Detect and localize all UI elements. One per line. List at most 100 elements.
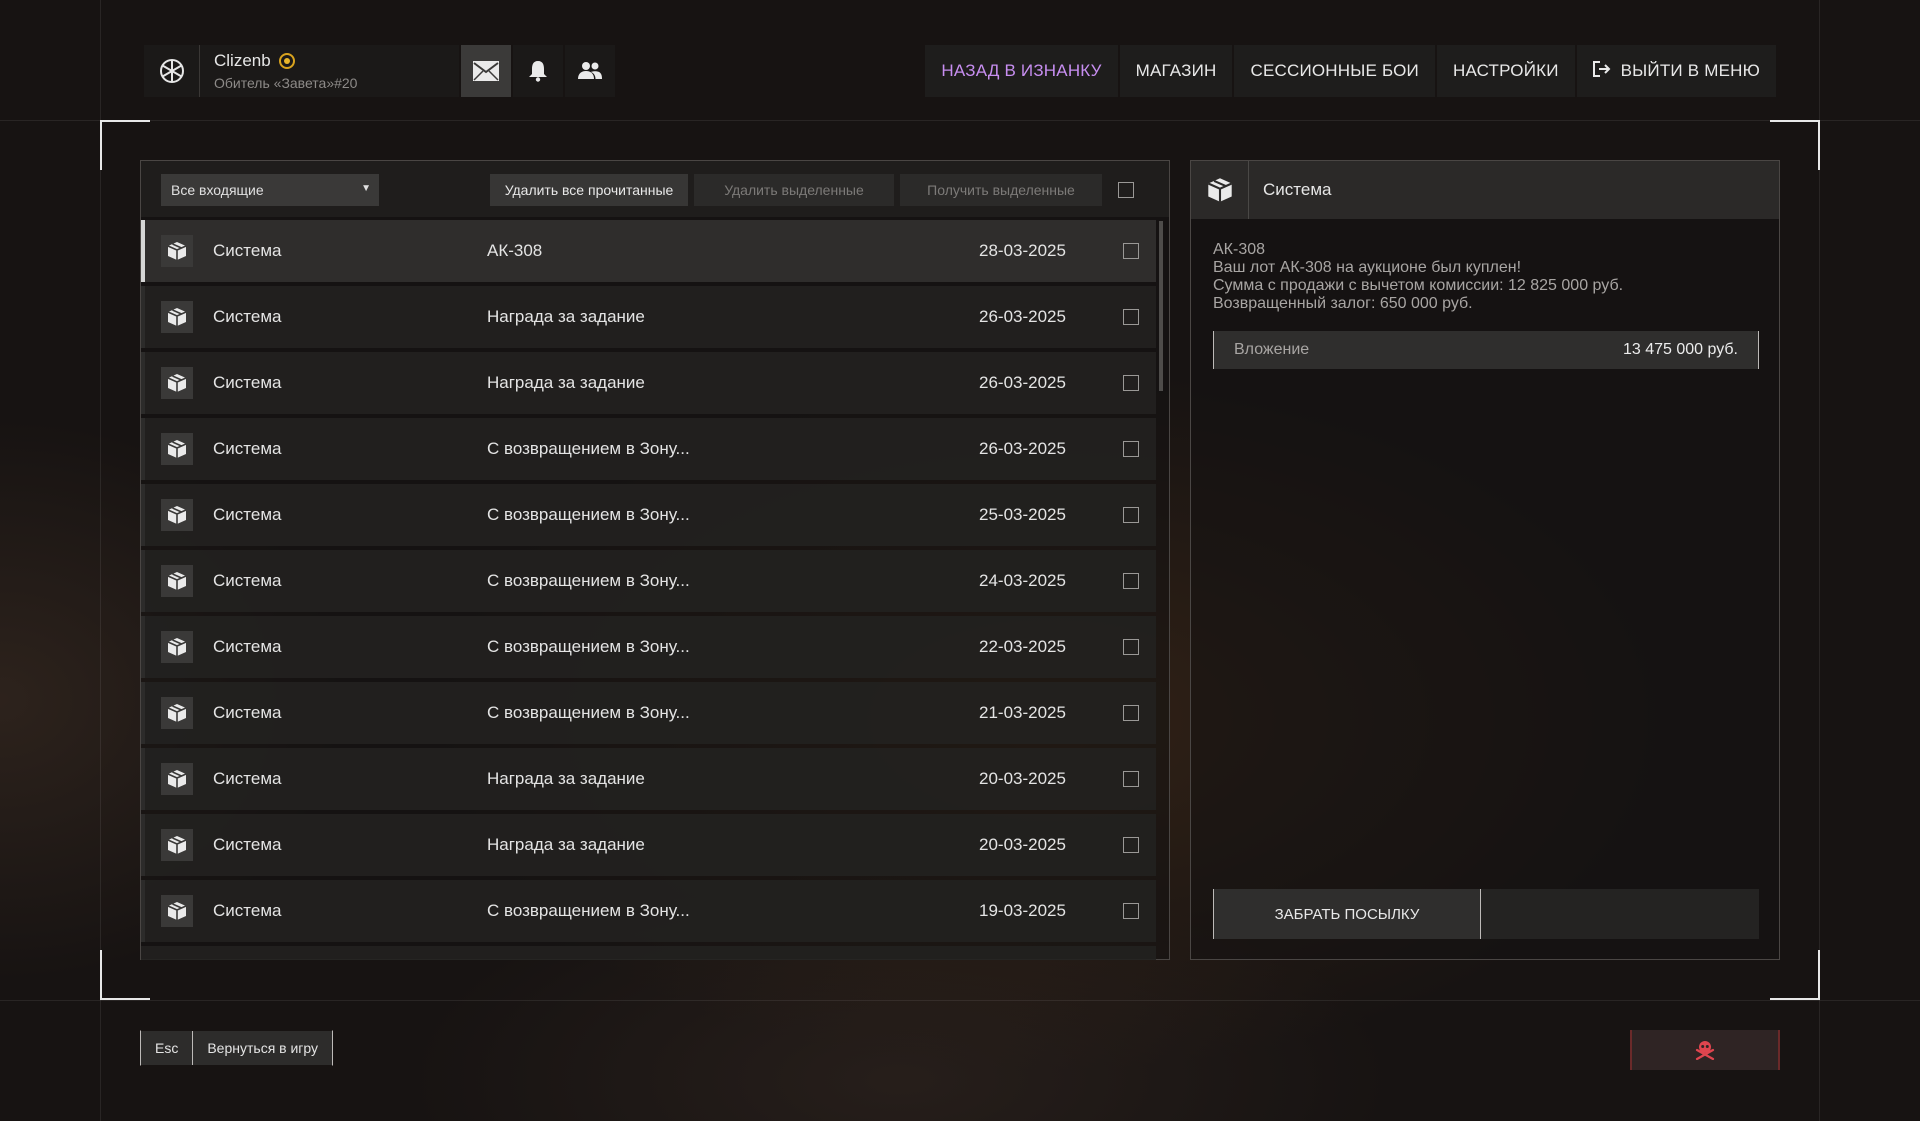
package-icon [161, 301, 193, 333]
return-to-game-button[interactable]: Esc Вернуться в игру [140, 1030, 334, 1066]
nav-sessions-button[interactable]: СЕССИОННЫЕ БОИ [1234, 45, 1435, 97]
package-icon [161, 433, 193, 465]
message-sender: Система [213, 637, 282, 656]
package-icon [161, 235, 193, 267]
message-sender: Система [213, 505, 282, 524]
message-date: 19-03-2025 [979, 901, 1066, 920]
message-sender: Система [213, 241, 282, 260]
message-checkbox[interactable] [1123, 243, 1139, 259]
package-icon [161, 565, 193, 597]
delete-read-button[interactable]: Удалить все прочитанные [490, 174, 688, 206]
get-selected-button[interactable]: Получить выделенные [900, 174, 1102, 206]
message-row[interactable]: Система С возвращением в Зону... 25-03-2… [141, 484, 1156, 546]
claim-parcel-button[interactable]: ЗАБРАТЬ ПОСЫЛКУ [1213, 889, 1481, 939]
message-sender: Система [213, 571, 282, 590]
message-body-line: АК-308 [1213, 241, 1266, 258]
nav-shop-button[interactable]: МАГАЗИН [1119, 45, 1233, 97]
message-subject: С возвращением в Зону... [487, 637, 690, 656]
nav-back-button[interactable]: НАЗАД В ИЗНАНКУ [925, 45, 1118, 97]
message-checkbox[interactable] [1123, 309, 1139, 325]
message-date: 25-03-2025 [979, 505, 1066, 524]
inbox-filter-value: Все входящие [171, 182, 264, 198]
message-detail-sender: Система [1263, 180, 1332, 199]
message-sender: Система [213, 835, 282, 854]
inbox-panel: Все входящие ▼ Удалить все прочитанные У… [140, 160, 1170, 960]
message-checkbox[interactable] [1123, 903, 1139, 919]
package-icon [161, 631, 193, 663]
message-sender: Система [213, 307, 282, 326]
inbox-toolbar: Все входящие ▼ Удалить все прочитанные У… [141, 161, 1169, 217]
message-subject: АК-308 [487, 241, 543, 260]
return-to-game-label: Вернуться в игру [193, 1031, 333, 1065]
message-subject: С возвращением в Зону... [487, 439, 690, 458]
message-row[interactable]: Система Награда за задание 26-03-2025 [141, 286, 1156, 348]
message-checkbox[interactable] [1123, 507, 1139, 523]
select-all-checkbox[interactable] [1118, 182, 1134, 198]
attachment-row: Вложение 13 475 000 руб. [1213, 331, 1759, 369]
message-row[interactable]: Система С возвращением в Зону... 19-03-2… [141, 880, 1156, 942]
profile-name: Clizenb [214, 51, 271, 70]
esc-key-label: Esc [141, 1031, 194, 1065]
nav-exit-button[interactable]: ВЫЙТИ В МЕНЮ [1576, 45, 1776, 97]
envelope-icon [473, 61, 499, 81]
message-row[interactable]: Система АК-308 28-03-2025 [141, 220, 1156, 282]
message-sender: Система [213, 703, 282, 722]
message-subject: Награда за задание [487, 835, 645, 854]
profile-card[interactable]: Clizenb Обитель «Завета»#20 [144, 45, 459, 97]
package-icon [161, 367, 193, 399]
message-row-partial [141, 946, 1156, 960]
message-date: 21-03-2025 [979, 703, 1066, 722]
message-date: 20-03-2025 [979, 769, 1066, 788]
message-row[interactable]: Система С возвращением в Зону... 24-03-2… [141, 550, 1156, 612]
message-date: 24-03-2025 [979, 571, 1066, 590]
inbox-filter-select[interactable]: Все входящие ▼ [161, 174, 379, 206]
message-subject: Награда за задание [487, 769, 645, 788]
message-checkbox[interactable] [1123, 375, 1139, 391]
message-checkbox[interactable] [1123, 441, 1139, 457]
message-body-line: Возвращенный залог: 650 000 руб. [1213, 295, 1473, 312]
message-row[interactable]: Система Награда за задание 20-03-2025 [141, 814, 1156, 876]
message-row[interactable]: Система Награда за задание 20-03-2025 [141, 748, 1156, 810]
message-row[interactable]: Система С возвращением в Зону... 26-03-2… [141, 418, 1156, 480]
message-sender: Система [213, 439, 282, 458]
message-row[interactable]: Система С возвращением в Зону... 22-03-2… [141, 616, 1156, 678]
message-checkbox[interactable] [1123, 639, 1139, 655]
message-subject: С возвращением в Зону... [487, 703, 690, 722]
message-subject: Награда за задание [487, 307, 645, 326]
friends-button[interactable] [565, 45, 615, 97]
package-icon [161, 829, 193, 861]
rank-badge-icon [278, 53, 295, 69]
message-date: 28-03-2025 [979, 241, 1066, 260]
message-subject: С возвращением в Зону... [487, 571, 690, 590]
message-subject: С возвращением в Зону... [487, 901, 690, 920]
message-sender: Система [213, 901, 282, 920]
exit-icon [1592, 60, 1611, 82]
message-date: 20-03-2025 [979, 835, 1066, 854]
message-checkbox[interactable] [1123, 771, 1139, 787]
attachment-value: 13 475 000 руб. [1622, 341, 1738, 358]
profile-subtitle: Обитель «Завета»#20 [214, 75, 358, 91]
notifications-button[interactable] [513, 45, 563, 97]
message-row[interactable]: Система С возвращением в Зону... 21-03-2… [141, 682, 1156, 744]
message-sender: Система [213, 769, 282, 788]
message-checkbox[interactable] [1123, 837, 1139, 853]
message-subject: С возвращением в Зону... [487, 505, 690, 524]
nav-exit-label: ВЫЙТИ В МЕНЮ [1620, 61, 1760, 80]
danger-button[interactable] [1630, 1030, 1780, 1070]
message-checkbox[interactable] [1123, 573, 1139, 589]
users-icon [578, 62, 602, 79]
message-date: 26-03-2025 [979, 373, 1066, 392]
nav-settings-button[interactable]: НАСТРОЙКИ [1436, 45, 1575, 97]
delete-selected-button[interactable]: Удалить выделенные [694, 174, 894, 206]
message-body: АК-308 Ваш лот АК-308 на аукционе был ку… [1213, 241, 1623, 313]
skull-crossbones-icon [1695, 1041, 1715, 1060]
package-icon [161, 499, 193, 531]
message-checkbox[interactable] [1123, 705, 1139, 721]
package-icon [1191, 161, 1249, 219]
claim-bar: ЗАБРАТЬ ПОСЫЛКУ [1213, 889, 1759, 939]
message-list: Система АК-308 28-03-2025 Система Наград… [141, 220, 1156, 960]
message-list-scrollbar[interactable] [1159, 221, 1163, 391]
mail-button[interactable] [461, 45, 511, 97]
message-row[interactable]: Система Награда за задание 26-03-2025 [141, 352, 1156, 414]
message-date: 26-03-2025 [979, 307, 1066, 326]
